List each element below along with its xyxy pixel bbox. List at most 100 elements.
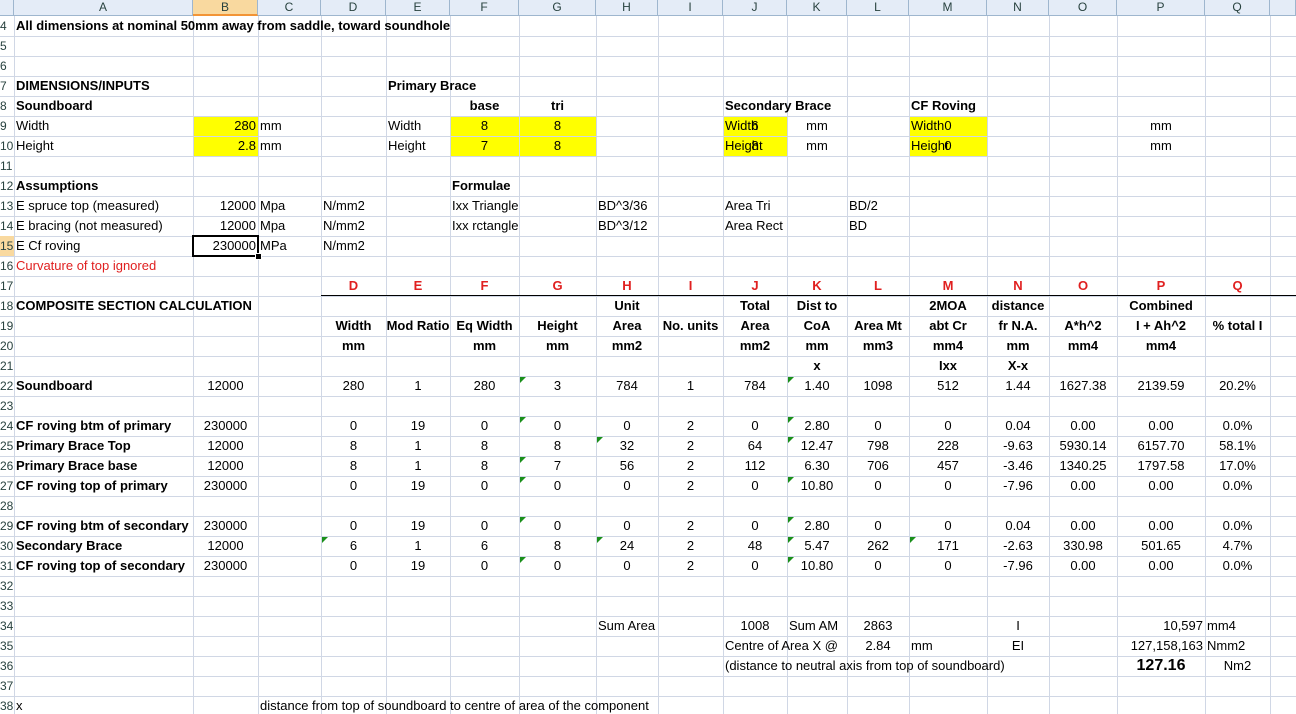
cell-F22[interactable]: 280 bbox=[450, 376, 519, 396]
cell-H18[interactable]: Unit bbox=[596, 296, 658, 316]
row-header[interactable]: 9 bbox=[0, 116, 14, 136]
cell-J34[interactable]: 1008 bbox=[723, 616, 787, 636]
cell-Q19[interactable]: % total I bbox=[1205, 316, 1270, 336]
cell-J25[interactable]: 64 bbox=[723, 436, 787, 456]
row-header[interactable]: 18 bbox=[0, 296, 14, 316]
row-header[interactable]: 24 bbox=[0, 416, 14, 436]
cell-I30[interactable]: 2 bbox=[658, 536, 723, 556]
row-header[interactable]: 5 bbox=[0, 36, 14, 56]
cell-N18[interactable]: distance bbox=[987, 296, 1049, 316]
cell-O20[interactable]: mm4 bbox=[1049, 336, 1117, 356]
column-header-M[interactable]: M bbox=[909, 0, 987, 16]
cell-Q26[interactable]: 17.0% bbox=[1205, 456, 1270, 476]
cell-I22[interactable]: 1 bbox=[658, 376, 723, 396]
cell-L26[interactable]: 706 bbox=[847, 456, 909, 476]
cell-E27[interactable]: 19 bbox=[386, 476, 450, 496]
cell-E19[interactable]: Mod Ratio bbox=[386, 316, 450, 336]
cell-Q25[interactable]: 58.1% bbox=[1205, 436, 1270, 456]
cell-N19[interactable]: fr N.A. bbox=[987, 316, 1049, 336]
cell-K9[interactable]: mm bbox=[787, 116, 847, 136]
row-header[interactable]: 28 bbox=[0, 496, 14, 516]
column-header-H[interactable]: H bbox=[596, 0, 658, 16]
cell-J30[interactable]: 48 bbox=[723, 536, 787, 556]
cell-F20[interactable]: mm bbox=[450, 336, 519, 356]
cell-F31[interactable]: 0 bbox=[450, 556, 519, 576]
row-header[interactable]: 25 bbox=[0, 436, 14, 456]
cell-Q35[interactable]: Nmm2 bbox=[1205, 636, 1296, 656]
cell-E22[interactable]: 1 bbox=[386, 376, 450, 396]
cell-L14[interactable]: BD bbox=[847, 216, 1267, 236]
cell-J27[interactable]: 0 bbox=[723, 476, 787, 496]
cell-G27[interactable]: 0 bbox=[519, 476, 596, 496]
cell-M30[interactable]: 171 bbox=[909, 536, 987, 556]
cell-H26[interactable]: 56 bbox=[596, 456, 658, 476]
cell-Q24[interactable]: 0.0% bbox=[1205, 416, 1270, 436]
cell-D25[interactable]: 8 bbox=[321, 436, 386, 456]
cell-J29[interactable]: 0 bbox=[723, 516, 787, 536]
cell-M19[interactable]: abt Cr bbox=[909, 316, 987, 336]
cell-K20[interactable]: mm bbox=[787, 336, 847, 356]
cell-L17[interactable]: L bbox=[847, 276, 909, 296]
cell-I31[interactable]: 2 bbox=[658, 556, 723, 576]
cell-H24[interactable]: 0 bbox=[596, 416, 658, 436]
cell-M31[interactable]: 0 bbox=[909, 556, 987, 576]
cell-F24[interactable]: 0 bbox=[450, 416, 519, 436]
cell-J9[interactable]: 6 bbox=[723, 116, 787, 136]
cell-F19[interactable]: Eq Width bbox=[450, 316, 519, 336]
cell-F27[interactable]: 0 bbox=[450, 476, 519, 496]
cell-M26[interactable]: 457 bbox=[909, 456, 987, 476]
cell-E25[interactable]: 1 bbox=[386, 436, 450, 456]
cell-N30[interactable]: -2.63 bbox=[987, 536, 1049, 556]
cell-F8[interactable]: base bbox=[450, 96, 519, 116]
cell-G31[interactable]: 0 bbox=[519, 556, 596, 576]
row-header[interactable]: 27 bbox=[0, 476, 14, 496]
column-header-B[interactable]: B bbox=[193, 0, 258, 16]
cell-K10[interactable]: mm bbox=[787, 136, 847, 156]
cell-A16[interactable]: Curvature of top ignored bbox=[14, 256, 434, 276]
cell-H22[interactable]: 784 bbox=[596, 376, 658, 396]
column-header-L[interactable]: L bbox=[847, 0, 909, 16]
cell-L20[interactable]: mm3 bbox=[847, 336, 909, 356]
cell-P25[interactable]: 6157.70 bbox=[1117, 436, 1205, 456]
row-header[interactable]: 6 bbox=[0, 56, 14, 76]
cell-P18[interactable]: Combined bbox=[1117, 296, 1205, 316]
cell-K22[interactable]: 1.40 bbox=[787, 376, 847, 396]
cell-Q36[interactable]: Nm2 bbox=[1205, 656, 1270, 676]
cell-M17[interactable]: M bbox=[909, 276, 987, 296]
cell-A7[interactable]: DIMENSIONS/INPUTS bbox=[14, 76, 434, 96]
cell-G24[interactable]: 0 bbox=[519, 416, 596, 436]
column-header-N[interactable]: N bbox=[987, 0, 1049, 16]
cell-F9[interactable]: 8 bbox=[450, 116, 519, 136]
cell-P20[interactable]: mm4 bbox=[1117, 336, 1205, 356]
cell-N27[interactable]: -7.96 bbox=[987, 476, 1049, 496]
cell-P24[interactable]: 0.00 bbox=[1117, 416, 1205, 436]
cell-O29[interactable]: 0.00 bbox=[1049, 516, 1117, 536]
cell-A12[interactable]: Assumptions bbox=[14, 176, 434, 196]
cell-D17[interactable]: D bbox=[321, 276, 386, 296]
cell-G20[interactable]: mm bbox=[519, 336, 596, 356]
cell-J24[interactable]: 0 bbox=[723, 416, 787, 436]
cell-A4[interactable]: All dimensions at nominal 50mm away from… bbox=[14, 16, 450, 36]
cell-F30[interactable]: 6 bbox=[450, 536, 519, 556]
cell-P22[interactable]: 2139.59 bbox=[1117, 376, 1205, 396]
cell-B22[interactable]: 12000 bbox=[193, 376, 258, 396]
row-header[interactable]: 22 bbox=[0, 376, 14, 396]
cell-Q27[interactable]: 0.0% bbox=[1205, 476, 1270, 496]
cell-H25[interactable]: 32 bbox=[596, 436, 658, 456]
row-header[interactable]: 7 bbox=[0, 76, 14, 96]
cell-O19[interactable]: A*h^2 bbox=[1049, 316, 1117, 336]
cell-P9[interactable]: mm bbox=[1117, 116, 1205, 136]
cell-M20[interactable]: mm4 bbox=[909, 336, 987, 356]
row-header[interactable]: 14 bbox=[0, 216, 14, 236]
cell-M18[interactable]: 2MOA bbox=[909, 296, 987, 316]
row-header[interactable]: 11 bbox=[0, 156, 14, 176]
cell-E17[interactable]: E bbox=[386, 276, 450, 296]
cell-O24[interactable]: 0.00 bbox=[1049, 416, 1117, 436]
row-header[interactable]: 16 bbox=[0, 256, 14, 276]
cell-M22[interactable]: 512 bbox=[909, 376, 987, 396]
cell-E29[interactable]: 19 bbox=[386, 516, 450, 536]
row-header[interactable]: 23 bbox=[0, 396, 14, 416]
cell-Q17[interactable]: Q bbox=[1205, 276, 1270, 296]
cell-D31[interactable]: 0 bbox=[321, 556, 386, 576]
cell-B29[interactable]: 230000 bbox=[193, 516, 258, 536]
